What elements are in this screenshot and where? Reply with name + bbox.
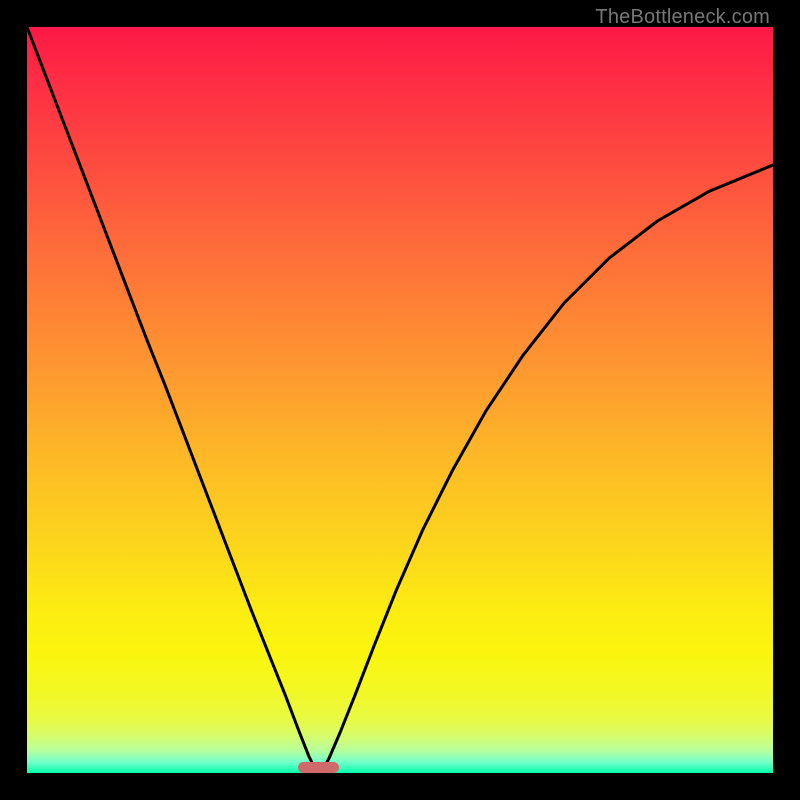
outer-frame: TheBottleneck.com — [0, 0, 800, 800]
watermark-text: TheBottleneck.com — [595, 6, 770, 29]
curve-left-branch — [27, 27, 316, 772]
minimum-marker — [298, 762, 339, 773]
bottleneck-curve — [27, 27, 773, 773]
gradient-plot-area — [27, 27, 773, 773]
curve-right-branch — [322, 165, 773, 772]
